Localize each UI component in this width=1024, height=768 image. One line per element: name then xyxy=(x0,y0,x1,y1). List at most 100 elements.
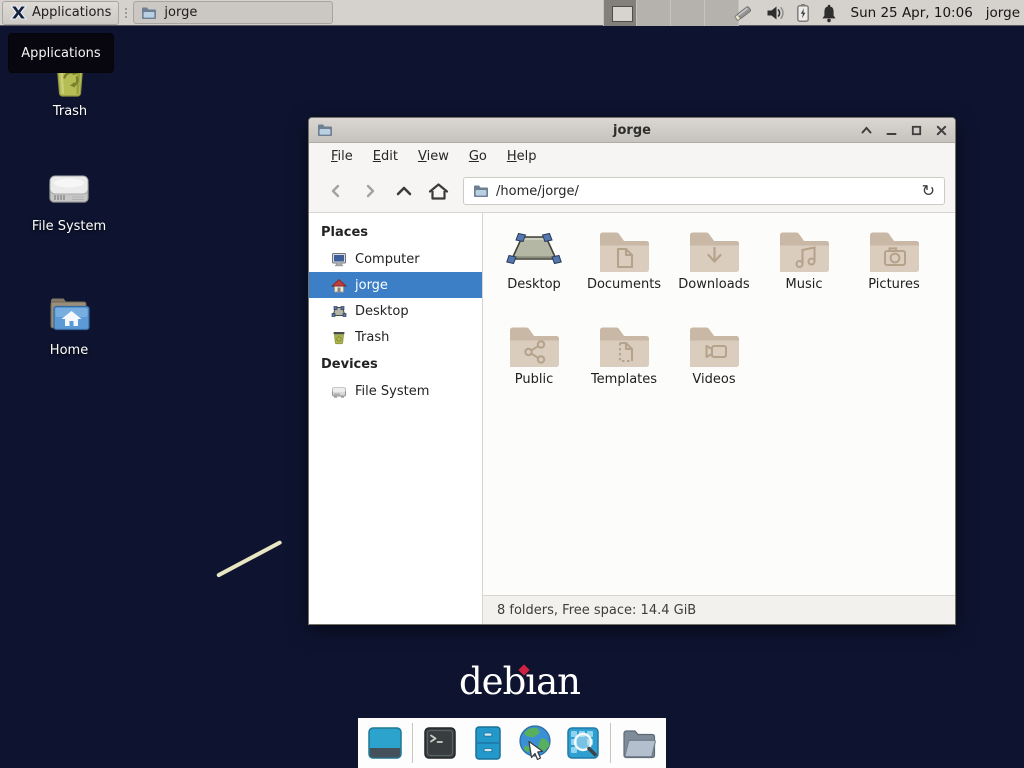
sidebar-item-trash[interactable]: Trash xyxy=(309,324,482,350)
xfce-logo-icon xyxy=(10,4,27,21)
file-label: Videos xyxy=(692,372,735,387)
path-input[interactable] xyxy=(496,184,915,199)
taskbar-item-jorge[interactable]: jorge xyxy=(133,1,333,24)
desktop-icon-label: Home xyxy=(50,343,88,358)
menu-file[interactable]: File xyxy=(321,149,363,164)
menubar: File Edit View Go Help xyxy=(309,143,955,170)
minimize-button[interactable] xyxy=(886,125,897,136)
back-button[interactable] xyxy=(319,176,353,206)
desktop-icon-label: Trash xyxy=(53,104,87,119)
window-title: jorge xyxy=(309,123,955,138)
close-button[interactable] xyxy=(936,125,947,136)
show-desktop-button[interactable] xyxy=(365,723,404,763)
file-manager-launcher[interactable] xyxy=(468,723,507,763)
window-body: Places Computer jorge xyxy=(309,213,955,624)
sidebar-header-devices: Devices xyxy=(309,350,482,378)
application-finder-launcher[interactable] xyxy=(563,723,602,763)
workspace-window-thumb xyxy=(612,6,633,22)
file-label: Documents xyxy=(587,277,661,292)
tooltip-text: Applications xyxy=(21,46,100,61)
directory-folder-icon xyxy=(619,724,659,762)
computer-icon xyxy=(331,252,347,267)
shade-button[interactable] xyxy=(861,125,872,136)
desktop-icon xyxy=(506,228,562,274)
back-icon xyxy=(328,183,344,199)
desktop-icon-file-system[interactable]: File System xyxy=(22,168,116,234)
home-folder-icon xyxy=(45,290,93,336)
panel-handle[interactable] xyxy=(121,3,130,23)
sidebar-item-label: Desktop xyxy=(355,304,409,319)
folder-icon xyxy=(141,6,157,20)
window-controls xyxy=(861,125,947,136)
clock[interactable]: Sun 25 Apr, 10:06 xyxy=(851,5,973,21)
username-label: jorge xyxy=(986,5,1020,21)
sidebar-item-label: File System xyxy=(355,384,429,399)
forward-button[interactable] xyxy=(353,176,387,206)
folder-music-icon xyxy=(776,228,832,274)
reload-icon[interactable]: ↻ xyxy=(922,183,935,199)
top-panel: Applications jorge xyxy=(0,0,1024,26)
workspace-1[interactable] xyxy=(603,0,637,26)
workspace-3[interactable] xyxy=(671,0,705,26)
menu-help[interactable]: Help xyxy=(497,149,547,164)
file-templates[interactable]: Templates xyxy=(579,323,669,418)
home-button[interactable] xyxy=(421,176,455,206)
system-tray: Sun 25 Apr, 10:06 jorge xyxy=(732,0,1021,26)
sidebar-item-label: Trash xyxy=(355,330,389,345)
statusbar-text: 8 folders, Free space: 14.4 GiB xyxy=(497,603,696,618)
desktop-icon xyxy=(331,304,347,319)
volume-icon[interactable] xyxy=(766,5,785,21)
file-downloads[interactable]: Downloads xyxy=(669,228,759,323)
battery-icon[interactable] xyxy=(796,3,810,23)
trash-icon xyxy=(331,330,347,345)
file-label: Public xyxy=(515,372,553,387)
location-bar[interactable]: ↻ xyxy=(463,177,945,205)
file-music[interactable]: Music xyxy=(759,228,849,323)
stylus-icon[interactable] xyxy=(732,3,755,24)
sidebar-item-desktop[interactable]: Desktop xyxy=(309,298,482,324)
file-label: Desktop xyxy=(507,277,561,292)
applications-menu-label: Applications xyxy=(32,5,111,20)
folder-documents-icon xyxy=(596,228,652,274)
file-grid: Desktop Documents Do xyxy=(483,213,955,595)
titlebar[interactable]: jorge xyxy=(309,118,955,143)
up-button[interactable] xyxy=(387,176,421,206)
debian-logo: debıan xyxy=(459,662,580,703)
file-label: Downloads xyxy=(678,277,749,292)
debian-logo-text-pre: deb xyxy=(459,660,525,703)
file-videos[interactable]: Videos xyxy=(669,323,759,418)
menu-view[interactable]: View xyxy=(408,149,459,164)
file-desktop[interactable]: Desktop xyxy=(489,228,579,323)
web-browser-launcher[interactable] xyxy=(515,723,555,763)
path-folder-icon xyxy=(473,184,489,198)
forward-icon xyxy=(362,183,378,199)
desktop-icon-home[interactable]: Home xyxy=(22,290,116,358)
notifications-bell-icon[interactable] xyxy=(821,4,837,23)
terminal-launcher[interactable] xyxy=(421,723,460,763)
sidebar-item-label: jorge xyxy=(355,278,388,293)
show-desktop-icon xyxy=(366,724,404,762)
sidebar-item-jorge[interactable]: jorge xyxy=(309,272,482,298)
folder-pictures-icon xyxy=(866,228,922,274)
folder-templates-icon xyxy=(596,323,652,369)
sidebar-item-file-system[interactable]: File System xyxy=(309,378,482,404)
user-home-icon xyxy=(331,278,347,293)
hard-drive-icon xyxy=(331,384,347,399)
file-documents[interactable]: Documents xyxy=(579,228,669,323)
menu-go[interactable]: Go xyxy=(459,149,497,164)
up-icon xyxy=(395,183,413,199)
file-label: Pictures xyxy=(868,277,919,292)
workspace-2[interactable] xyxy=(637,0,671,26)
dock-separator xyxy=(412,723,413,763)
directory-menu-launcher[interactable] xyxy=(619,723,659,763)
file-public[interactable]: Public xyxy=(489,323,579,418)
menu-edit[interactable]: Edit xyxy=(363,149,408,164)
sidebar-item-label: Computer xyxy=(355,252,420,267)
maximize-button[interactable] xyxy=(911,125,922,136)
desktop-stroke-artifact xyxy=(216,540,282,578)
sidebar-item-computer[interactable]: Computer xyxy=(309,246,482,272)
applications-menu-button[interactable]: Applications xyxy=(2,1,119,25)
dock-separator xyxy=(610,723,611,763)
file-pictures[interactable]: Pictures xyxy=(849,228,939,323)
workspace-switcher xyxy=(603,0,739,26)
